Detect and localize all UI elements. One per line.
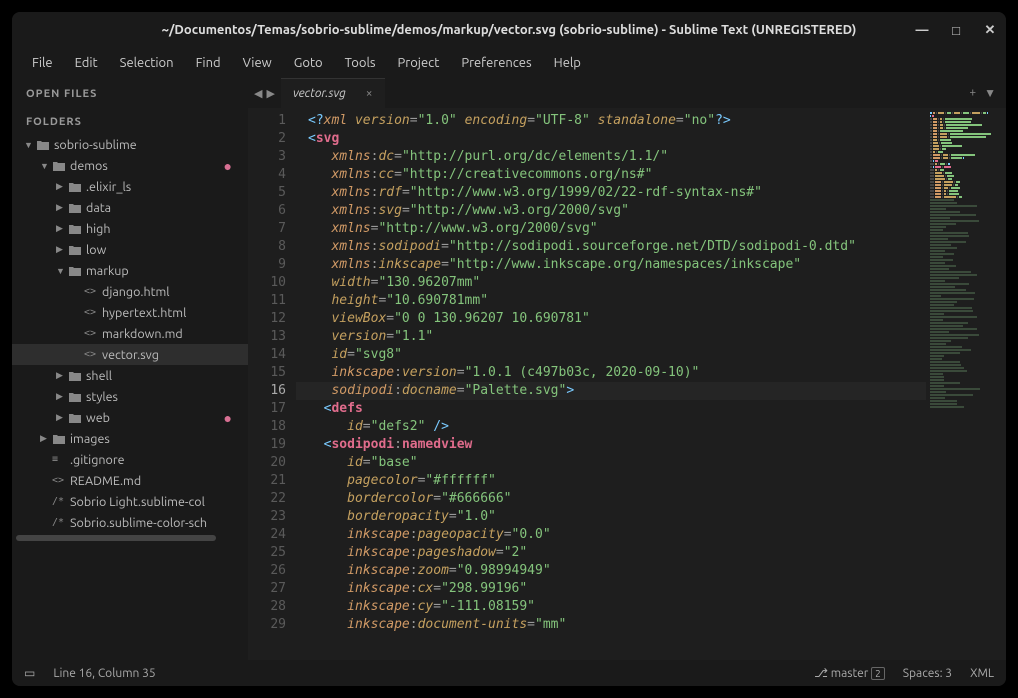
- folder-demos[interactable]: ▼demos●: [12, 155, 248, 176]
- menu-selection[interactable]: Selection: [110, 52, 184, 74]
- code-editor[interactable]: <?xml version="1.0" encoding="UTF-8" sta…: [296, 108, 926, 660]
- folder-low[interactable]: ▶low: [12, 239, 248, 260]
- menu-project[interactable]: Project: [388, 52, 450, 74]
- file-sobrio-sublime-color-sch[interactable]: /*Sobrio.sublime-color-sch: [12, 512, 248, 533]
- menu-goto[interactable]: Goto: [284, 52, 333, 74]
- folder-icon: [52, 433, 70, 445]
- folder--elixir-ls[interactable]: ▶.elixir_ls: [12, 176, 248, 197]
- menu-file[interactable]: File: [22, 52, 63, 74]
- file-icon: <>: [84, 286, 102, 297]
- folder-icon: [36, 139, 54, 151]
- file-icon: <>: [52, 475, 70, 486]
- statusbar: ▭ Line 16, Column 35 ⎇ master 2 Spaces: …: [12, 660, 1006, 686]
- minimap[interactable]: [926, 108, 1006, 660]
- close-button[interactable]: ✕: [982, 23, 998, 38]
- menu-find[interactable]: Find: [186, 52, 231, 74]
- file-hypertext-html[interactable]: <>hypertext.html: [12, 302, 248, 323]
- folder-styles[interactable]: ▶styles: [12, 386, 248, 407]
- status-spaces[interactable]: Spaces: 3: [903, 667, 952, 680]
- file--gitignore[interactable]: ≡.gitignore: [12, 449, 248, 470]
- folder-icon: [68, 370, 86, 382]
- open-files-heading: OPEN FILES: [12, 78, 248, 106]
- folder-icon: [68, 244, 86, 256]
- tabbar: ◀ ▶ vector.svg × + ▼: [248, 78, 1006, 108]
- tab-menu-icon[interactable]: ▼: [984, 86, 996, 100]
- maximize-button[interactable]: □: [948, 23, 964, 38]
- file-icon: /*: [52, 517, 70, 528]
- folder-icon: [68, 412, 86, 424]
- file-icon: ≡: [52, 454, 70, 465]
- modified-dot-icon: ●: [224, 158, 232, 174]
- file-sobrio-light-sublime-col[interactable]: /*Sobrio Light.sublime-col: [12, 491, 248, 512]
- titlebar: ~/Documentos/Temas/sobrio-sublime/demos/…: [12, 12, 1006, 48]
- modified-dot-icon: ●: [224, 410, 232, 426]
- folder-icon: [68, 391, 86, 403]
- file-icon: <>: [84, 307, 102, 318]
- editor-area: ◀ ▶ vector.svg × + ▼ 1234567891011121314…: [248, 78, 1006, 660]
- status-cursor[interactable]: Line 16, Column 35: [53, 667, 155, 680]
- file-vector-svg[interactable]: <>vector.svg: [12, 344, 248, 365]
- file-markdown-md[interactable]: <>markdown.md: [12, 323, 248, 344]
- menu-help[interactable]: Help: [544, 52, 591, 74]
- tab-close-icon[interactable]: ×: [366, 87, 373, 100]
- menu-tools[interactable]: Tools: [335, 52, 386, 74]
- menubar: FileEditSelectionFindViewGotoToolsProjec…: [12, 48, 1006, 78]
- folder-web[interactable]: ▶web●: [12, 407, 248, 428]
- folder-high[interactable]: ▶high: [12, 218, 248, 239]
- file-django-html[interactable]: <>django.html: [12, 281, 248, 302]
- minimize-button[interactable]: —: [914, 23, 930, 38]
- status-panel-icon[interactable]: ▭: [24, 666, 35, 680]
- folder-sobrio-sublime[interactable]: ▼sobrio-sublime: [12, 134, 248, 155]
- file-icon: /*: [52, 496, 70, 507]
- tab-next-icon[interactable]: ▶: [266, 87, 274, 100]
- app-window: ~/Documentos/Temas/sobrio-sublime/demos/…: [12, 12, 1006, 686]
- folder-markup[interactable]: ▼markup: [12, 260, 248, 281]
- folder-icon: [52, 160, 70, 172]
- tab-label: vector.svg: [293, 87, 346, 100]
- file-icon: <>: [84, 349, 102, 360]
- folders-heading: FOLDERS: [12, 106, 248, 134]
- menu-edit[interactable]: Edit: [65, 52, 108, 74]
- file-readme-md[interactable]: <>README.md: [12, 470, 248, 491]
- window-title: ~/Documentos/Temas/sobrio-sublime/demos/…: [162, 23, 857, 37]
- menu-view[interactable]: View: [233, 52, 282, 74]
- folder-icon: [68, 181, 86, 193]
- menu-preferences[interactable]: Preferences: [451, 52, 541, 74]
- sidebar[interactable]: OPEN FILES FOLDERS ▼sobrio-sublime▼demos…: [12, 78, 248, 660]
- tab-vector-svg[interactable]: vector.svg ×: [281, 78, 385, 108]
- folder-icon: [68, 265, 86, 277]
- folder-icon: [68, 202, 86, 214]
- folder-icon: [68, 223, 86, 235]
- status-branch[interactable]: ⎇ master 2: [814, 666, 885, 680]
- tab-add-icon[interactable]: +: [969, 86, 976, 100]
- folder-images[interactable]: ▶images: [12, 428, 248, 449]
- tab-prev-icon[interactable]: ◀: [254, 87, 262, 100]
- file-icon: <>: [84, 328, 102, 339]
- sidebar-scrollbar[interactable]: [12, 533, 248, 543]
- gutter[interactable]: 1234567891011121314151617181920212223242…: [248, 108, 296, 660]
- folder-shell[interactable]: ▶shell: [12, 365, 248, 386]
- status-syntax[interactable]: XML: [970, 667, 994, 680]
- folder-data[interactable]: ▶data: [12, 197, 248, 218]
